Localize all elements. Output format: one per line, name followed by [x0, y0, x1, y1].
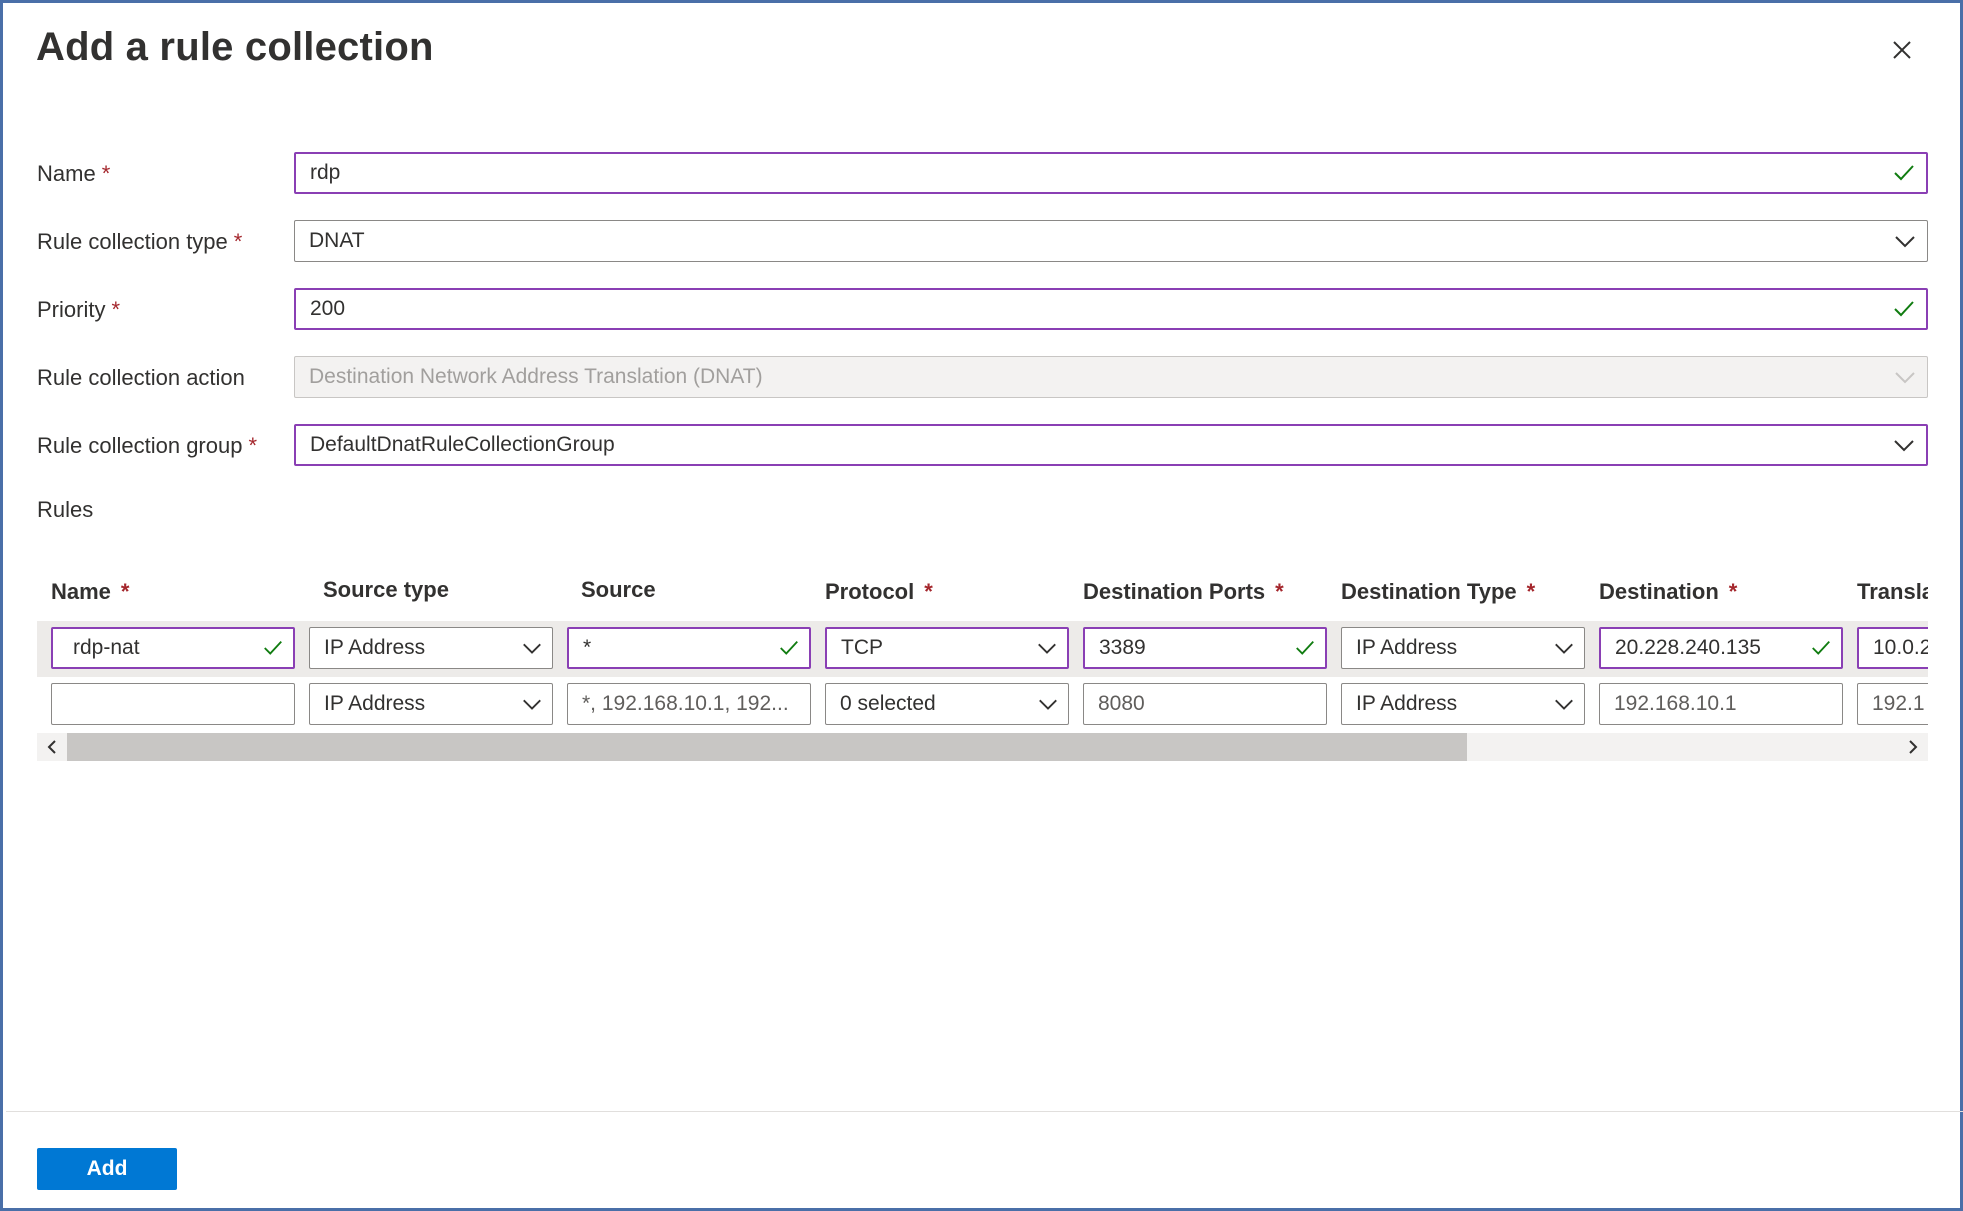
footer-divider: [6, 1111, 1963, 1112]
priority-label: Priority *: [37, 297, 121, 322]
panel-title: Add a rule collection: [36, 25, 434, 69]
table-row-source-type-dropdown[interactable]: IP Address: [309, 683, 553, 725]
chevron-left-icon: [47, 740, 56, 754]
table-row-translated-input[interactable]: 192.1: [1857, 683, 1928, 725]
close-icon: [1893, 41, 1911, 59]
chevron-down-icon: [1883, 357, 1927, 397]
column-header-source: Source: [581, 577, 656, 602]
column-header-destination-ports: Destination Ports *: [1083, 579, 1284, 604]
rule-collection-type-label: Rule collection type *: [37, 229, 243, 254]
table-row-destination-type-dropdown[interactable]: IP Address: [1341, 683, 1585, 725]
chevron-down-icon: [1883, 221, 1927, 261]
chevron-down-icon: [1028, 684, 1068, 724]
column-header-source-type: Source type: [323, 577, 449, 602]
checkmark-icon: [1882, 154, 1926, 192]
table-row-destination-ports-input[interactable]: 8080: [1083, 683, 1327, 725]
table-row-protocol-dropdown[interactable]: TCP: [825, 627, 1069, 669]
column-header-protocol: Protocol *: [825, 579, 933, 604]
name-input-value: rdp: [310, 161, 341, 184]
column-header-destination-type: Destination Type *: [1341, 579, 1536, 604]
rule-collection-type-dropdown[interactable]: DNAT: [294, 220, 1928, 262]
chevron-right-icon: [1909, 740, 1918, 754]
table-row-protocol-dropdown[interactable]: 0 selected: [825, 683, 1069, 725]
table-row-source-input[interactable]: *, 192.168.10.1, 192...: [567, 683, 811, 725]
column-header-name: Name *: [51, 579, 130, 604]
checkmark-icon: [769, 629, 809, 667]
chevron-down-icon: [512, 684, 552, 724]
table-row-destination-type-dropdown[interactable]: IP Address: [1341, 627, 1585, 669]
rule-collection-group-value: DefaultDnatRuleCollectionGroup: [310, 433, 615, 456]
required-marker: *: [248, 433, 258, 458]
column-header-translated: Transla: [1857, 579, 1928, 604]
table-row-source-input[interactable]: *: [567, 627, 811, 669]
priority-input[interactable]: 200: [294, 288, 1928, 330]
checkmark-icon: [1285, 629, 1325, 667]
add-button[interactable]: Add: [37, 1148, 177, 1190]
table-row-name-input[interactable]: [51, 683, 295, 725]
required-marker: *: [233, 229, 243, 254]
rules-table: rdp-nat IP Address * TCP 3389 IP Address…: [37, 621, 1928, 733]
chevron-down-icon: [1544, 684, 1584, 724]
table-row-destination-input[interactable]: 192.168.10.1: [1599, 683, 1843, 725]
priority-input-value: 200: [310, 297, 346, 320]
required-marker: *: [101, 161, 111, 186]
chevron-down-icon: [1882, 426, 1926, 464]
add-rule-collection-panel: Add a rule collection Name * rdp Rule col…: [0, 0, 1963, 1211]
table-row-destination-input[interactable]: 20.228.240.135: [1599, 627, 1843, 669]
rule-collection-type-value: DNAT: [309, 229, 365, 252]
scrollbar-thumb[interactable]: [67, 733, 1467, 761]
checkmark-icon: [1801, 629, 1841, 667]
required-marker: *: [111, 297, 121, 322]
name-input[interactable]: rdp: [294, 152, 1928, 194]
column-header-destination: Destination *: [1599, 579, 1738, 604]
rule-collection-action-value: Destination Network Address Translation …: [309, 365, 763, 388]
close-button[interactable]: [1885, 33, 1919, 67]
table-row-translated-input[interactable]: 10.0.2: [1857, 627, 1928, 669]
name-label: Name *: [37, 161, 111, 186]
scroll-right-button[interactable]: [1902, 733, 1924, 761]
rules-section-label: Rules: [37, 497, 94, 522]
table-row-source-type-dropdown[interactable]: IP Address: [309, 627, 553, 669]
rule-collection-group-label: Rule collection group *: [37, 433, 258, 458]
rule-collection-action-label: Rule collection action: [37, 365, 245, 390]
chevron-down-icon: [1027, 629, 1067, 667]
scroll-left-button[interactable]: [41, 733, 63, 761]
rule-collection-action-dropdown: Destination Network Address Translation …: [294, 356, 1928, 398]
horizontal-scrollbar[interactable]: [37, 733, 1928, 761]
chevron-down-icon: [512, 628, 552, 668]
checkmark-icon: [1882, 290, 1926, 328]
table-row-destination-ports-input[interactable]: 3389: [1083, 627, 1327, 669]
chevron-down-icon: [1544, 628, 1584, 668]
table-row-name-input[interactable]: rdp-nat: [51, 627, 295, 669]
checkmark-icon: [253, 629, 293, 667]
rule-collection-group-dropdown[interactable]: DefaultDnatRuleCollectionGroup: [294, 424, 1928, 466]
